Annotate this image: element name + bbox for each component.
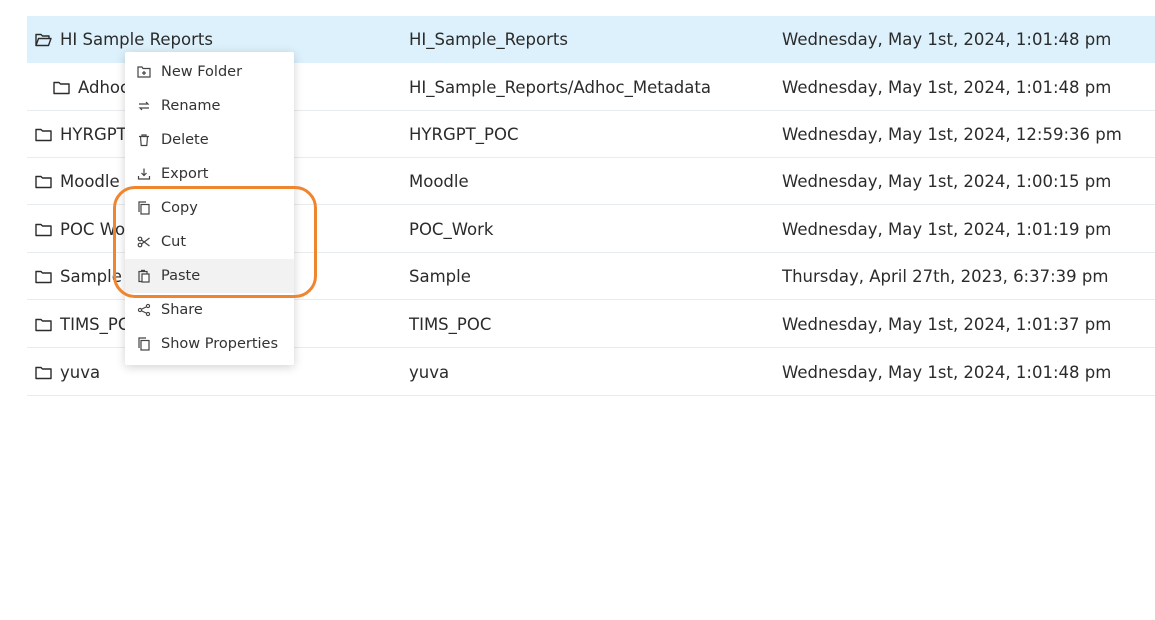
- folder-name: HI Sample Reports: [60, 30, 213, 49]
- menu-item-show-properties[interactable]: Show Properties: [125, 327, 294, 361]
- menu-item-new-folder[interactable]: New Folder: [125, 55, 294, 89]
- new-folder-icon: [137, 65, 151, 79]
- date-cell: Thursday, April 27th, 2023, 6:37:39 pm: [782, 267, 1109, 286]
- menu-item-paste[interactable]: Paste: [125, 259, 294, 293]
- date-cell: Wednesday, May 1st, 2024, 1:01:48 pm: [782, 78, 1112, 97]
- menu-item-label: Delete: [161, 132, 209, 148]
- name-cell: Sample: [35, 253, 122, 300]
- properties-icon: [137, 337, 151, 351]
- menu-item-label: Show Properties: [161, 336, 279, 352]
- export-icon: [137, 167, 151, 181]
- path-cell: TIMS_POC: [409, 315, 492, 334]
- folder-name: Adhoc: [78, 78, 130, 97]
- trash-icon: [137, 133, 151, 147]
- menu-item-label: Paste: [161, 268, 201, 284]
- path-cell: Sample: [409, 267, 471, 286]
- path-cell: HI_Sample_Reports: [409, 30, 568, 49]
- folder-icon: [35, 128, 52, 142]
- date-cell: Wednesday, May 1st, 2024, 1:00:15 pm: [782, 172, 1112, 191]
- path-cell: Moodle: [409, 172, 469, 191]
- name-cell: POC Wo: [35, 206, 125, 253]
- menu-item-label: Share: [161, 302, 203, 318]
- folder-name: HYRGPT: [60, 125, 127, 144]
- menu-item-copy[interactable]: Copy: [125, 191, 294, 225]
- menu-item-label: Export: [161, 166, 209, 182]
- date-cell: Wednesday, May 1st, 2024, 1:01:19 pm: [782, 220, 1112, 239]
- menu-item-rename[interactable]: Rename: [125, 89, 294, 123]
- path-cell: POC_Work: [409, 220, 494, 239]
- copy-icon: [137, 201, 151, 215]
- menu-item-delete[interactable]: Delete: [125, 123, 294, 157]
- folder-name: yuva: [60, 363, 101, 382]
- name-cell: HYRGPT: [35, 111, 127, 158]
- date-cell: Wednesday, May 1st, 2024, 1:01:48 pm: [782, 30, 1112, 49]
- folder-name: Moodle: [60, 172, 120, 191]
- folder-icon: [35, 366, 52, 380]
- folder-open-icon: [35, 33, 52, 47]
- menu-item-cut[interactable]: Cut: [125, 225, 294, 259]
- menu-item-label: Rename: [161, 98, 221, 114]
- table-row-partial[interactable]: [27, 0, 1155, 17]
- path-cell: yuva: [409, 363, 450, 382]
- date-cell: Wednesday, May 1st, 2024, 1:01:37 pm: [782, 315, 1112, 334]
- scissors-icon: [137, 235, 151, 249]
- name-cell: TIMS_PC: [35, 301, 129, 348]
- path-cell: HYRGPT_POC: [409, 125, 519, 144]
- path-cell: HI_Sample_Reports/Adhoc_Metadata: [409, 78, 711, 97]
- name-cell: yuva: [35, 349, 100, 396]
- folder-icon: [35, 318, 52, 332]
- menu-item-label: Copy: [161, 200, 198, 216]
- folder-icon: [35, 223, 52, 237]
- folder-name: TIMS_PC: [60, 315, 130, 334]
- context-menu: New Folder Rename Delete Export Copy Cut: [125, 52, 294, 365]
- name-cell: Moodle: [35, 158, 120, 205]
- folder-name: POC Wo: [60, 220, 126, 239]
- folder-icon: [53, 81, 70, 95]
- menu-item-share[interactable]: Share: [125, 293, 294, 327]
- menu-item-label: Cut: [161, 234, 186, 250]
- date-cell: Wednesday, May 1st, 2024, 1:01:48 pm: [782, 363, 1112, 382]
- folder-icon: [35, 175, 52, 189]
- menu-item-label: New Folder: [161, 64, 243, 80]
- name-cell: Adhoc: [53, 64, 129, 111]
- date-cell: Wednesday, May 1st, 2024, 12:59:36 pm: [782, 125, 1122, 144]
- folder-icon: [35, 270, 52, 284]
- share-icon: [137, 303, 151, 317]
- rename-icon: [137, 99, 151, 113]
- paste-icon: [137, 269, 151, 283]
- folder-name: Sample: [60, 267, 122, 286]
- menu-item-export[interactable]: Export: [125, 157, 294, 191]
